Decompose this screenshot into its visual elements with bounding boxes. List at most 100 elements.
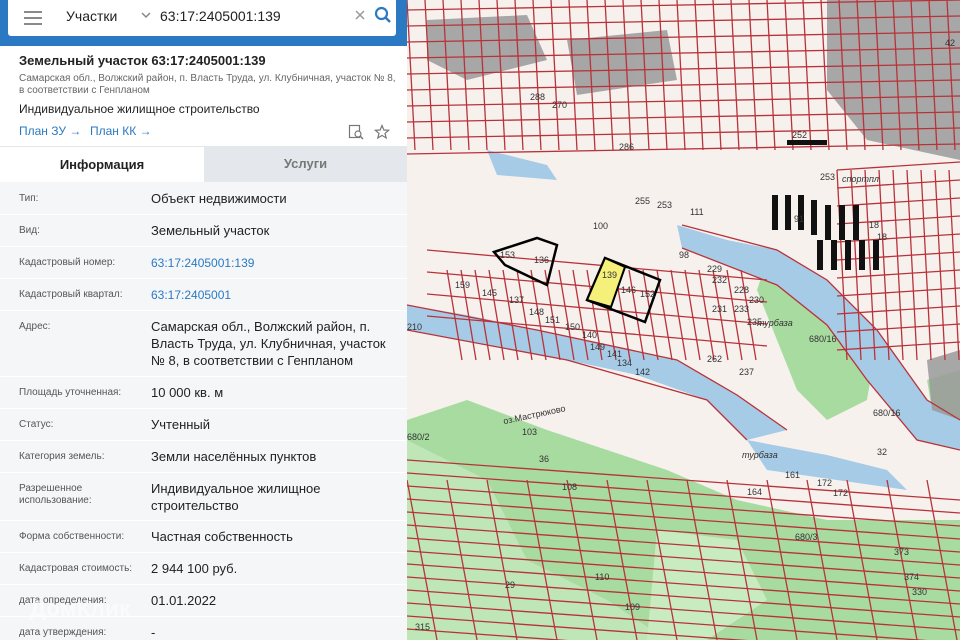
info-label: Кадастровый квартал: bbox=[19, 289, 123, 300]
report-icon[interactable] bbox=[348, 124, 364, 140]
plan-kk-link[interactable]: План КК → bbox=[90, 124, 152, 138]
parcel-number-label: 36 bbox=[539, 454, 549, 464]
parcel-number-label: 108 bbox=[562, 482, 577, 492]
tab-bar: Информация Услуги bbox=[0, 146, 407, 183]
parcel-number-label: 110 bbox=[595, 572, 609, 582]
map-canvas[interactable]: 288 270 252 253 286 255 253 111 100 91 18 18 153 136 9… bbox=[407, 0, 960, 640]
cadastral-quarter-link[interactable]: 63:17:2405001 bbox=[151, 287, 396, 304]
info-row: Кадастровая стоимость: 2 944 100 руб. bbox=[0, 552, 407, 585]
menu-icon[interactable] bbox=[24, 11, 42, 25]
parcel-number-label: 262 bbox=[707, 354, 722, 364]
info-value: Учтенный bbox=[151, 417, 211, 432]
parcel-number-label: 270 bbox=[552, 100, 567, 110]
clear-icon[interactable] bbox=[353, 8, 367, 22]
parcel-number-label: 159 bbox=[455, 280, 470, 290]
parcel-number-label: 142 bbox=[635, 367, 650, 377]
info-label: Тип: bbox=[19, 193, 39, 204]
info-value: 01.01.2022 bbox=[151, 593, 217, 608]
place-label: спортпл bbox=[842, 174, 879, 184]
info-row: Кадастровый квартал: 63:17:2405001 bbox=[0, 278, 407, 311]
parcel-number-label: 172 bbox=[817, 478, 832, 488]
parcel-number-label: 374 bbox=[904, 572, 919, 582]
parcel-number-label: 288 bbox=[530, 92, 545, 102]
info-value: Частная собственность bbox=[151, 529, 293, 544]
parcel-number-label: 29 bbox=[505, 580, 515, 590]
info-label: дата утверждения: bbox=[19, 627, 107, 638]
parcel-number-label: 91 bbox=[794, 214, 804, 224]
info-row: Тип: Объект недвижимости bbox=[0, 182, 407, 215]
parcel-number-label: 153 bbox=[500, 250, 515, 260]
chevron-down-icon[interactable] bbox=[140, 9, 152, 21]
info-value: - bbox=[151, 625, 156, 640]
info-label: Разрешенное использование: bbox=[19, 483, 92, 506]
info-value: 2 944 100 руб. bbox=[151, 561, 238, 576]
parcel-number-label: 149 bbox=[590, 342, 605, 352]
info-table: Тип: Объект недвижимости Вид: Земельный … bbox=[0, 182, 407, 640]
info-row: Разрешенное использование: Индивидуально… bbox=[0, 472, 407, 521]
cadastral-number-link[interactable]: 63:17:2405001:139 bbox=[151, 255, 396, 272]
parcel-number-label: 137 bbox=[509, 295, 524, 305]
parcel-number-label: 145 bbox=[482, 288, 497, 298]
parcel-number-label: 111 bbox=[690, 207, 704, 217]
parcel-number-label: 230 bbox=[749, 295, 764, 305]
parcel-number-label: 139 bbox=[602, 270, 617, 280]
object-address: Самарская обл., Волжский район, п. Власт… bbox=[19, 73, 396, 96]
parcel-number-label: 140 bbox=[582, 330, 597, 340]
parcel-number-label: 151 bbox=[545, 315, 560, 325]
plan-zu-link[interactable]: План ЗУ → bbox=[19, 124, 81, 138]
search-icon[interactable] bbox=[374, 6, 392, 24]
parcel-number-label: 164 bbox=[747, 487, 762, 497]
parcel-number-label: 152 bbox=[640, 289, 655, 299]
info-value: 10 000 кв. м bbox=[151, 385, 224, 400]
parcel-number-label: 134 bbox=[617, 358, 632, 368]
tab-information[interactable]: Информация bbox=[0, 146, 204, 183]
info-value: Индивидуальное жилищное строительство bbox=[151, 481, 321, 513]
info-label: Адрес: bbox=[19, 321, 51, 332]
parcel-number-label: 228 bbox=[734, 285, 749, 295]
parcel-number-label: 373 bbox=[894, 547, 909, 557]
parcel-number-label: 210 bbox=[407, 322, 422, 332]
info-label: Площадь уточненная: bbox=[19, 387, 122, 398]
info-label: Вид: bbox=[19, 225, 40, 236]
place-label: турбаза bbox=[742, 450, 778, 460]
info-row: Категория земель: Земли населённых пункт… bbox=[0, 440, 407, 473]
parcel-number-label: 253 bbox=[820, 172, 835, 182]
parcel-number-label: 229 bbox=[707, 264, 722, 274]
parcel-number-label: 148 bbox=[529, 307, 544, 317]
info-row: Статус: Учтенный bbox=[0, 408, 407, 441]
parcel-number-label: 18 bbox=[869, 220, 879, 230]
parcel-number-label: 172 bbox=[833, 488, 848, 498]
info-row: Адрес: Самарская обл., Волжский район, п… bbox=[0, 310, 407, 377]
info-row: Кадастровый номер: 63:17:2405001:139 bbox=[0, 246, 407, 279]
parcel-number-label: 253 bbox=[657, 200, 672, 210]
plan-kk-label: План КК bbox=[90, 124, 137, 138]
parcel-number-label: 161 bbox=[785, 470, 800, 480]
info-value: Самарская обл., Волжский район, п. Власт… bbox=[151, 319, 386, 368]
parcel-number-label: 98 bbox=[679, 250, 689, 260]
parcel-number-label: 232 bbox=[712, 275, 727, 285]
star-icon[interactable] bbox=[374, 124, 390, 140]
parcel-number-label: 237 bbox=[739, 367, 754, 377]
place-label: турбаза bbox=[757, 318, 793, 328]
info-label: Категория земель: bbox=[19, 451, 105, 462]
parcel-number-label: 42 bbox=[945, 38, 955, 48]
parcel-number-label: 150 bbox=[565, 322, 580, 332]
parcel-number-label: 255 bbox=[635, 196, 650, 206]
building-block bbox=[772, 140, 879, 270]
arrow-right-icon: → bbox=[139, 124, 152, 138]
parcel-number-label: 680/2 bbox=[407, 432, 430, 442]
info-value: Земли населённых пунктов bbox=[151, 449, 317, 464]
cadastral-map[interactable]: 288 270 252 253 286 255 253 111 100 91 18 18 153 136 9… bbox=[407, 0, 960, 640]
parcel-number-label: 146 bbox=[621, 285, 636, 295]
object-title: Земельный участок 63:17:2405001:139 bbox=[19, 53, 266, 68]
tab-services[interactable]: Услуги bbox=[204, 146, 407, 182]
info-row: Форма собственности: Частная собственнос… bbox=[0, 520, 407, 553]
layer-select[interactable]: Участки bbox=[66, 8, 117, 24]
watermark-logo: ДомКлик bbox=[30, 596, 131, 621]
search-input[interactable] bbox=[160, 4, 348, 28]
parcel-number-label: 330 bbox=[912, 587, 927, 597]
arrow-right-icon: → bbox=[69, 124, 82, 138]
parcel-number-label: 315 bbox=[415, 622, 430, 632]
object-use: Индивидуальное жилищное строительство bbox=[19, 102, 260, 116]
parcel-number-label: 18 bbox=[877, 232, 887, 242]
